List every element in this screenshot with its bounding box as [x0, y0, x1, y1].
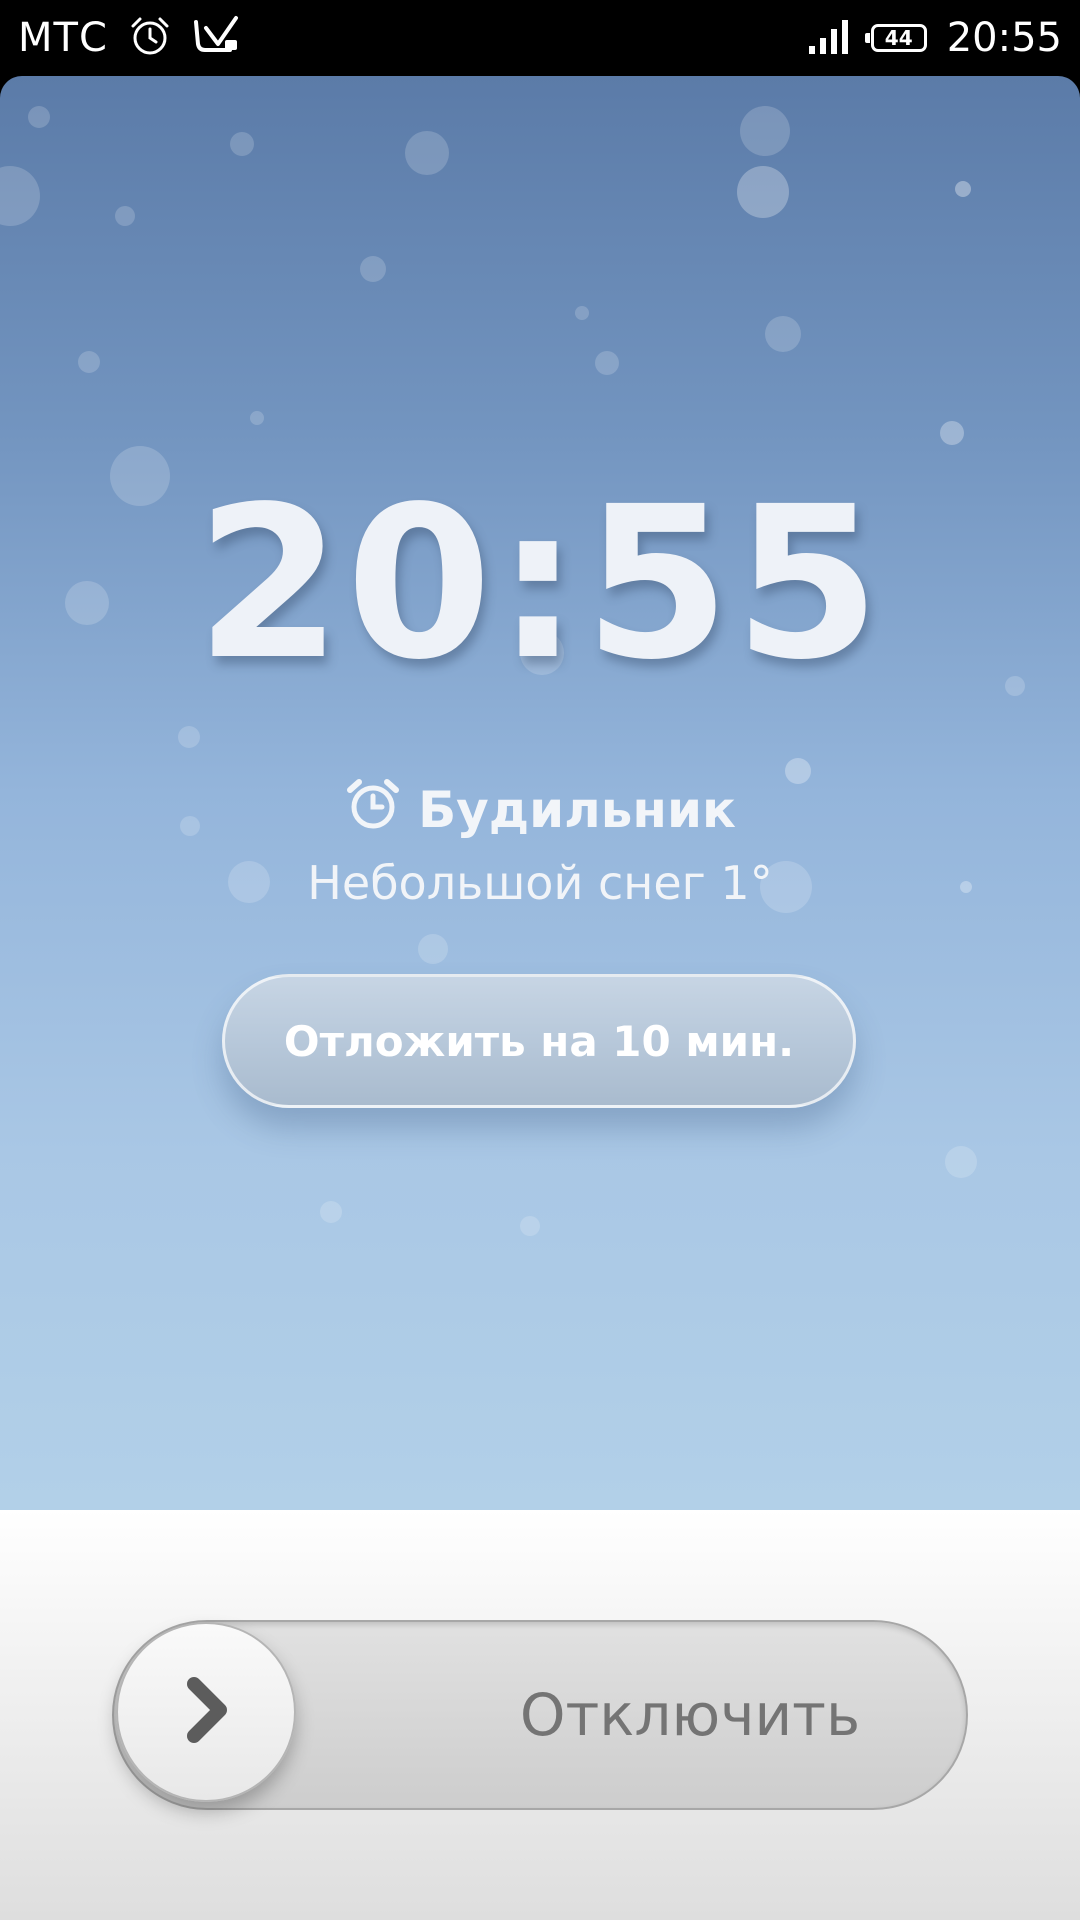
vibrate-off-icon	[192, 14, 242, 62]
alarm-screen: 20:55 Будильник Небольшой снег 1° Отложи…	[0, 76, 1080, 1510]
snowflake	[940, 421, 964, 445]
snowflake	[178, 726, 200, 748]
signal-bars-icon	[808, 18, 851, 58]
chevron-right-icon	[176, 1670, 236, 1754]
battery-icon: 44	[864, 24, 927, 52]
snowflake	[740, 106, 790, 156]
status-bar-time: 20:55	[946, 15, 1062, 61]
carrier-name: МТС	[18, 15, 108, 61]
alarm-clock-icon	[344, 776, 402, 844]
snowflake	[230, 132, 254, 156]
dismiss-slider-handle[interactable]	[116, 1622, 296, 1802]
snowflake	[78, 351, 100, 373]
alarm-label: Будильник	[418, 781, 736, 839]
dismiss-label: Отключить	[519, 1681, 861, 1749]
snowflake	[945, 1146, 977, 1178]
alarm-label-row: Будильник	[0, 776, 1080, 844]
snowflake	[520, 1216, 540, 1236]
snowflake	[418, 934, 448, 964]
snowflake	[595, 351, 619, 375]
snowflake	[0, 166, 40, 226]
snowflake	[250, 411, 264, 425]
weather-text: Небольшой снег 1°	[307, 856, 773, 910]
status-bar: МТС 44 20:55	[0, 0, 1080, 76]
status-bar-left: МТС	[18, 14, 242, 62]
snowflake	[955, 181, 971, 197]
snowflake	[737, 166, 789, 218]
alarm-time: 20:55	[195, 461, 885, 706]
snowflake	[360, 256, 386, 282]
snowflake	[405, 131, 449, 175]
status-bar-right: 44 20:55	[808, 15, 1062, 61]
battery-level: 44	[884, 26, 913, 50]
snowflake	[575, 306, 589, 320]
dismiss-panel: Отключить	[0, 1510, 1080, 1920]
alarm-clock-icon	[128, 14, 172, 62]
snowflake	[115, 206, 135, 226]
snowflake	[320, 1201, 342, 1223]
snowflake	[765, 316, 801, 352]
snowflake	[28, 106, 50, 128]
snooze-button[interactable]: Отложить на 10 мин.	[222, 974, 856, 1108]
